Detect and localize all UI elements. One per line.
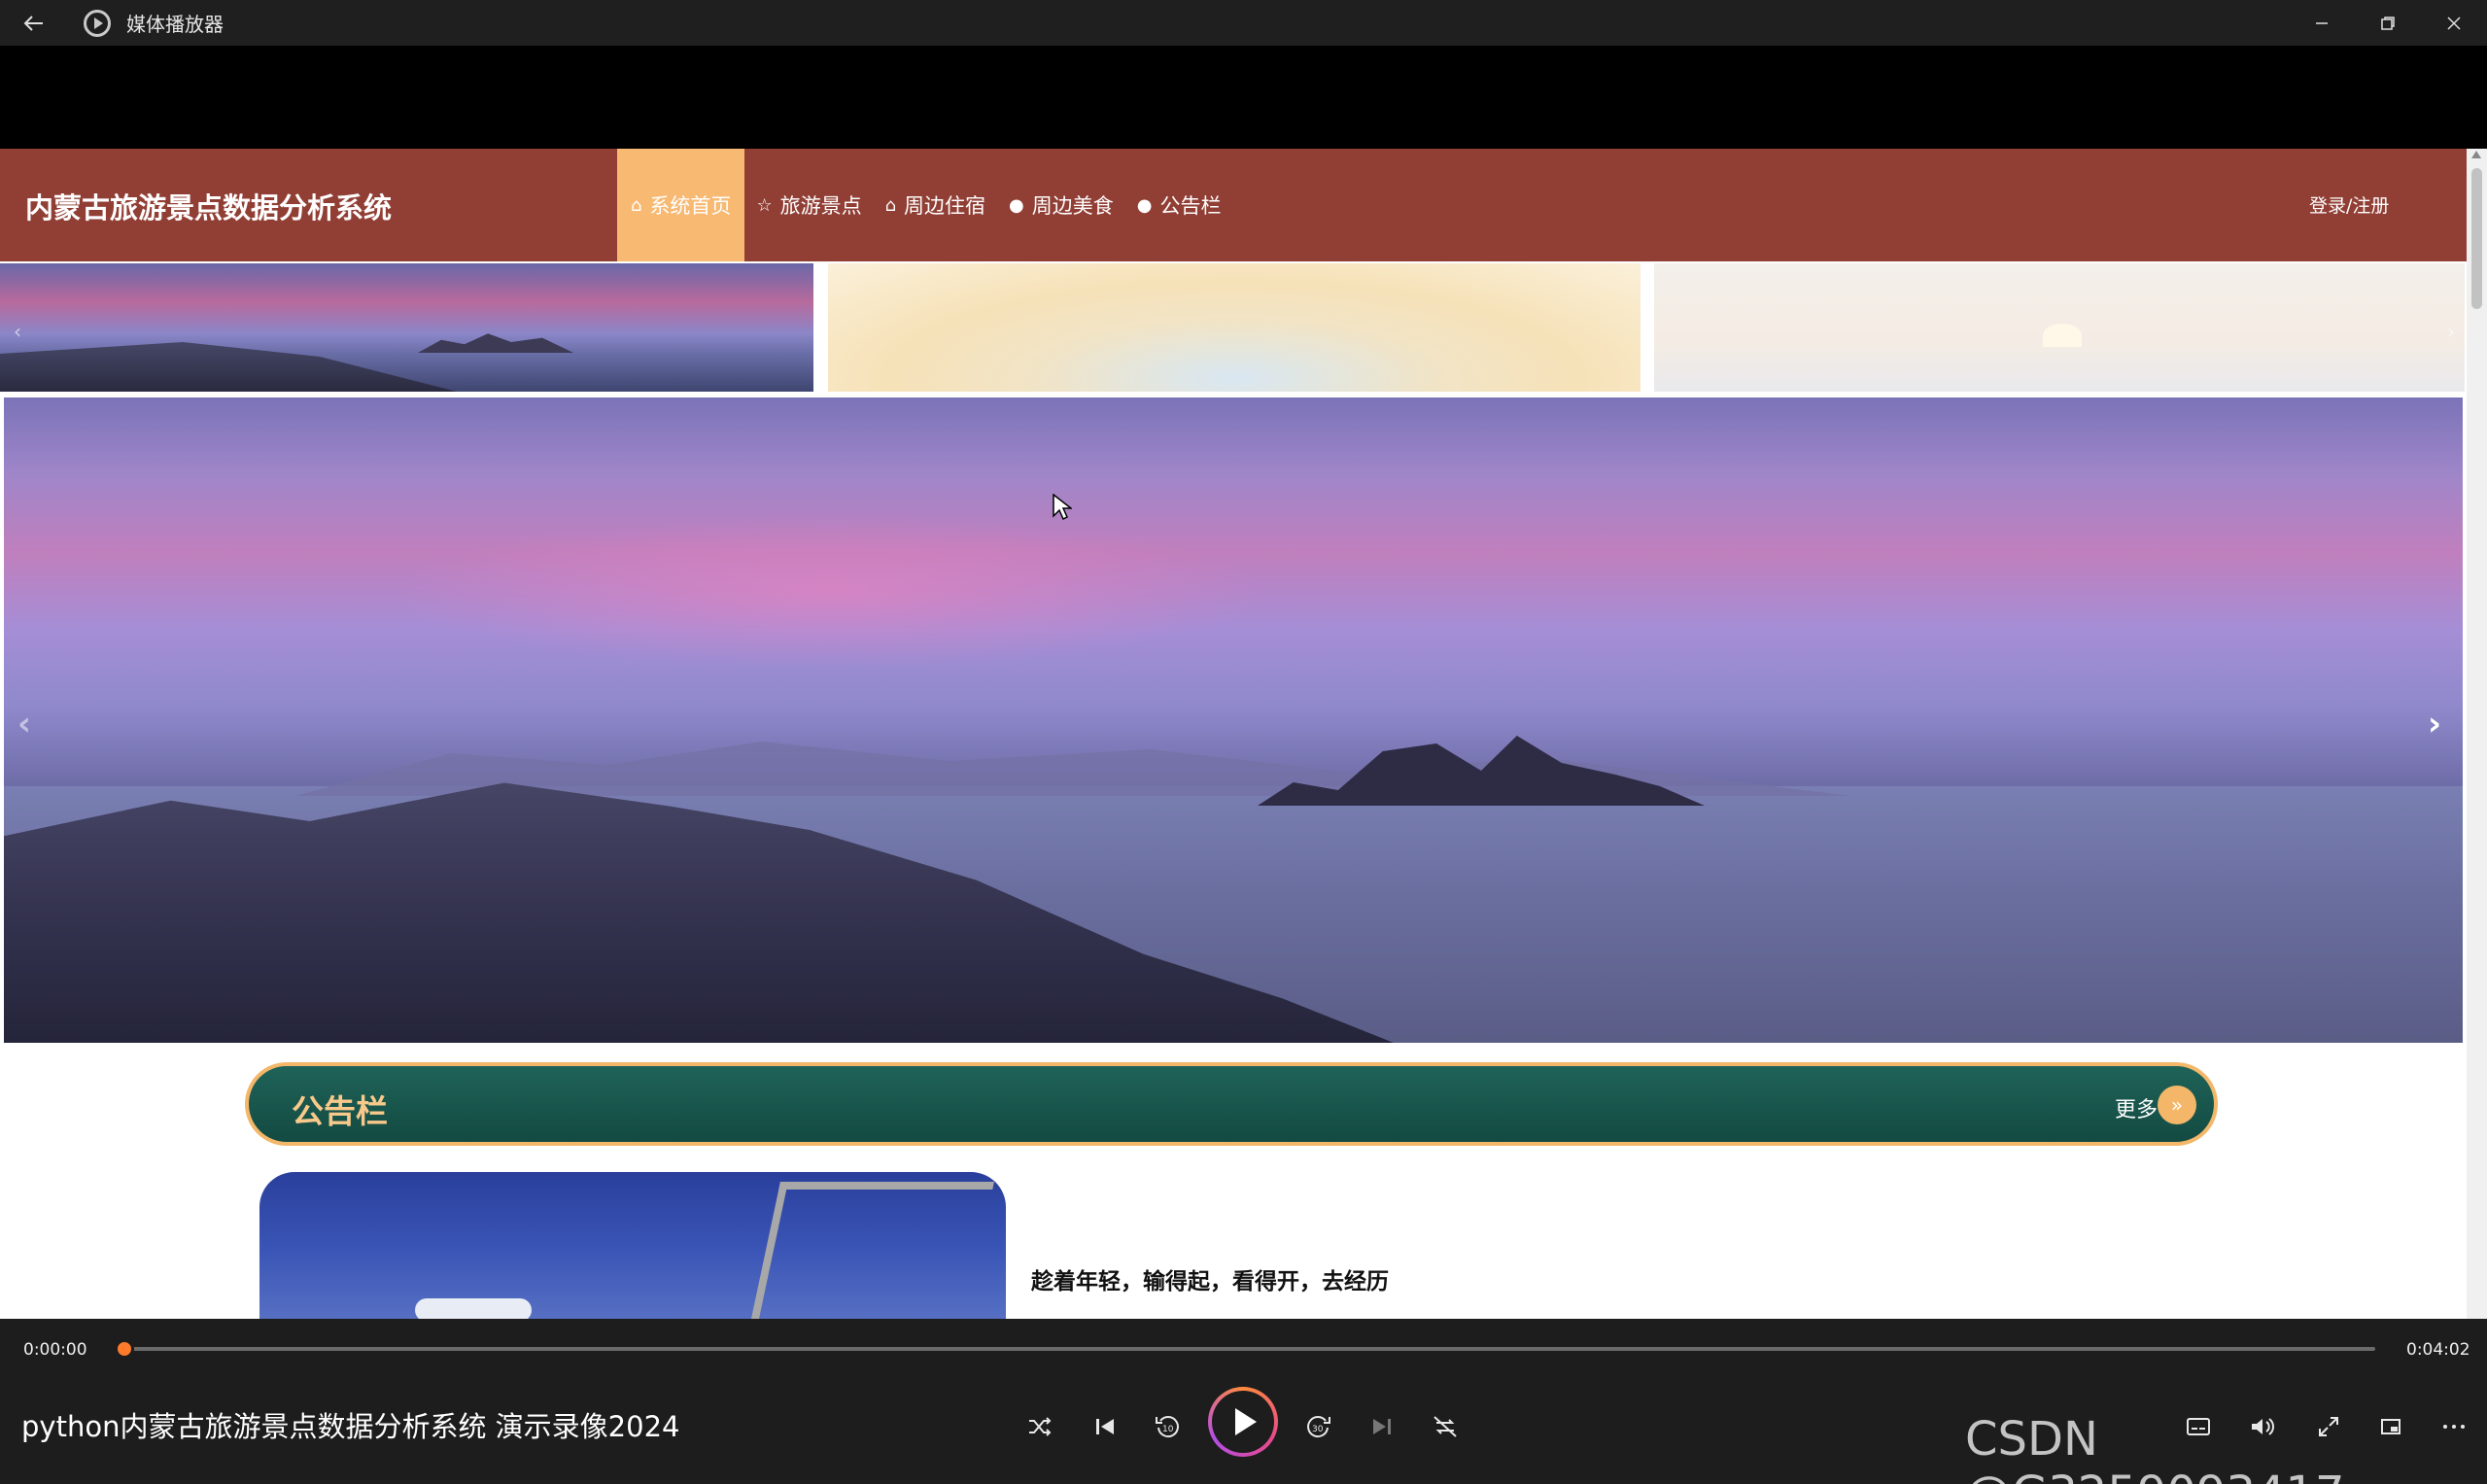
recorded-webpage: 内蒙古旅游景点数据分析系统 ⌂ 系统首页 ☆ 旅游景点 ⌂ 周边住宿 ● 周边美… bbox=[0, 149, 2487, 1319]
article-image[interactable] bbox=[259, 1172, 1006, 1319]
media-player-app-icon bbox=[84, 9, 111, 37]
csdn-watermark: CSDN @G3259093417 bbox=[1965, 1412, 2345, 1484]
scrollbar-thumb[interactable] bbox=[2471, 168, 2482, 309]
close-icon bbox=[2447, 16, 2461, 30]
current-time: 0:00:00 bbox=[23, 1340, 87, 1360]
minimize-icon bbox=[2316, 21, 2328, 24]
shuffle-icon bbox=[1029, 1417, 1052, 1436]
carousel-thumbnail[interactable]: › bbox=[1654, 263, 2465, 392]
login-register-link[interactable]: 登录/注册 bbox=[2309, 191, 2389, 218]
site-header: 内蒙古旅游景点数据分析系统 ⌂ 系统首页 ☆ 旅游景点 ⌂ 周边住宿 ● 周边美… bbox=[0, 149, 2467, 261]
media-title: python内蒙古旅游景点数据分析系统 演示录像2024 bbox=[21, 1410, 680, 1443]
food-icon: ● bbox=[1009, 194, 1024, 216]
nav-item-label: 周边住宿 bbox=[904, 194, 986, 218]
more-link[interactable]: 更多 bbox=[2115, 1092, 2158, 1123]
skip-next-icon bbox=[1373, 1419, 1391, 1434]
nav-item-label: 公告栏 bbox=[1159, 194, 1222, 218]
nav-item-food[interactable]: ● 周边美食 bbox=[997, 149, 1125, 261]
back-button[interactable] bbox=[0, 0, 68, 46]
seek-bar[interactable] bbox=[115, 1339, 2375, 1359]
chevron-right-icon[interactable]: › bbox=[2428, 705, 2441, 743]
seek-handle[interactable] bbox=[115, 1339, 134, 1359]
main-nav: ⌂ 系统首页 ☆ 旅游景点 ⌂ 周边住宿 ● 周边美食 ● 公告栏 bbox=[617, 149, 1232, 261]
carousel-thumbnail[interactable] bbox=[828, 263, 1641, 392]
nav-item-label: 旅游景点 bbox=[779, 194, 862, 218]
double-chevron-right-icon[interactable]: » bbox=[2158, 1086, 2196, 1124]
skip-previous-icon bbox=[1096, 1419, 1114, 1434]
title-bar: 媒体播放器 bbox=[0, 0, 2487, 46]
nav-item-label: 系统首页 bbox=[649, 194, 732, 218]
nav-item-lodging[interactable]: ⌂ 周边住宿 bbox=[874, 149, 997, 261]
nav-item-notice[interactable]: ● 公告栏 bbox=[1125, 149, 1233, 261]
svg-text:10: 10 bbox=[1162, 1425, 1174, 1434]
restore-icon bbox=[2381, 16, 2395, 30]
notice-title: 公告栏 bbox=[292, 1092, 388, 1130]
chevron-left-icon[interactable]: ‹ bbox=[17, 705, 31, 743]
repeat-button[interactable] bbox=[1426, 1407, 1465, 1446]
info-icon: ● bbox=[1136, 194, 1153, 216]
notice-section-header: 公告栏 更多 » bbox=[245, 1062, 2218, 1146]
chevron-right-icon[interactable]: › bbox=[2447, 320, 2455, 343]
play-icon bbox=[1235, 1408, 1257, 1435]
rewind-10-button[interactable]: 10 bbox=[1149, 1407, 1188, 1446]
nav-item-attractions[interactable]: ☆ 旅游景点 bbox=[744, 149, 873, 261]
site-title: 内蒙古旅游景点数据分析系统 bbox=[25, 191, 393, 224]
svg-text:30: 30 bbox=[1312, 1425, 1324, 1434]
home-icon: ⌂ bbox=[631, 194, 642, 216]
nav-item-home[interactable]: ⌂ 系统首页 bbox=[617, 149, 745, 261]
minimize-button[interactable] bbox=[2289, 0, 2355, 46]
play-button[interactable] bbox=[1208, 1387, 1278, 1457]
page-scrollbar[interactable] bbox=[2467, 149, 2487, 1319]
nav-item-label: 周边美食 bbox=[1031, 194, 1114, 218]
article-title[interactable]: 趁着年轻，输得起，看得开，去经历 bbox=[1031, 1262, 1389, 1295]
forward-30-button[interactable]: 30 bbox=[1298, 1407, 1337, 1446]
player-controls: 0:00:00 0:04:02 python内蒙古旅游景点数据分析系统 演示录像… bbox=[0, 1319, 2487, 1484]
total-time: 0:04:02 bbox=[2406, 1340, 2470, 1360]
shuffle-button[interactable] bbox=[1020, 1407, 1059, 1446]
chevron-left-icon[interactable]: ‹ bbox=[14, 320, 21, 343]
previous-button[interactable] bbox=[1086, 1407, 1124, 1446]
hero-banner-image: ‹ › bbox=[4, 397, 2463, 1043]
video-surface[interactable]: 内蒙古旅游景点数据分析系统 ⌂ 系统首页 ☆ 旅游景点 ⌂ 周边住宿 ● 周边美… bbox=[0, 46, 2487, 1319]
rewind-10-icon: 10 bbox=[1156, 1416, 1179, 1438]
repeat-off-icon bbox=[1433, 1416, 1457, 1437]
restore-button[interactable] bbox=[2355, 0, 2421, 46]
close-button[interactable] bbox=[2421, 0, 2487, 46]
forward-30-icon: 30 bbox=[1307, 1416, 1330, 1438]
carousel-thumbnail[interactable]: ‹ bbox=[0, 263, 813, 392]
star-icon: ☆ bbox=[756, 194, 773, 216]
back-arrow-icon bbox=[23, 15, 43, 31]
hotel-icon: ⌂ bbox=[884, 194, 897, 216]
next-button[interactable] bbox=[1363, 1407, 1401, 1446]
window-title: 媒体播放器 bbox=[126, 13, 224, 36]
scroll-up-arrow-icon[interactable] bbox=[2471, 151, 2481, 158]
